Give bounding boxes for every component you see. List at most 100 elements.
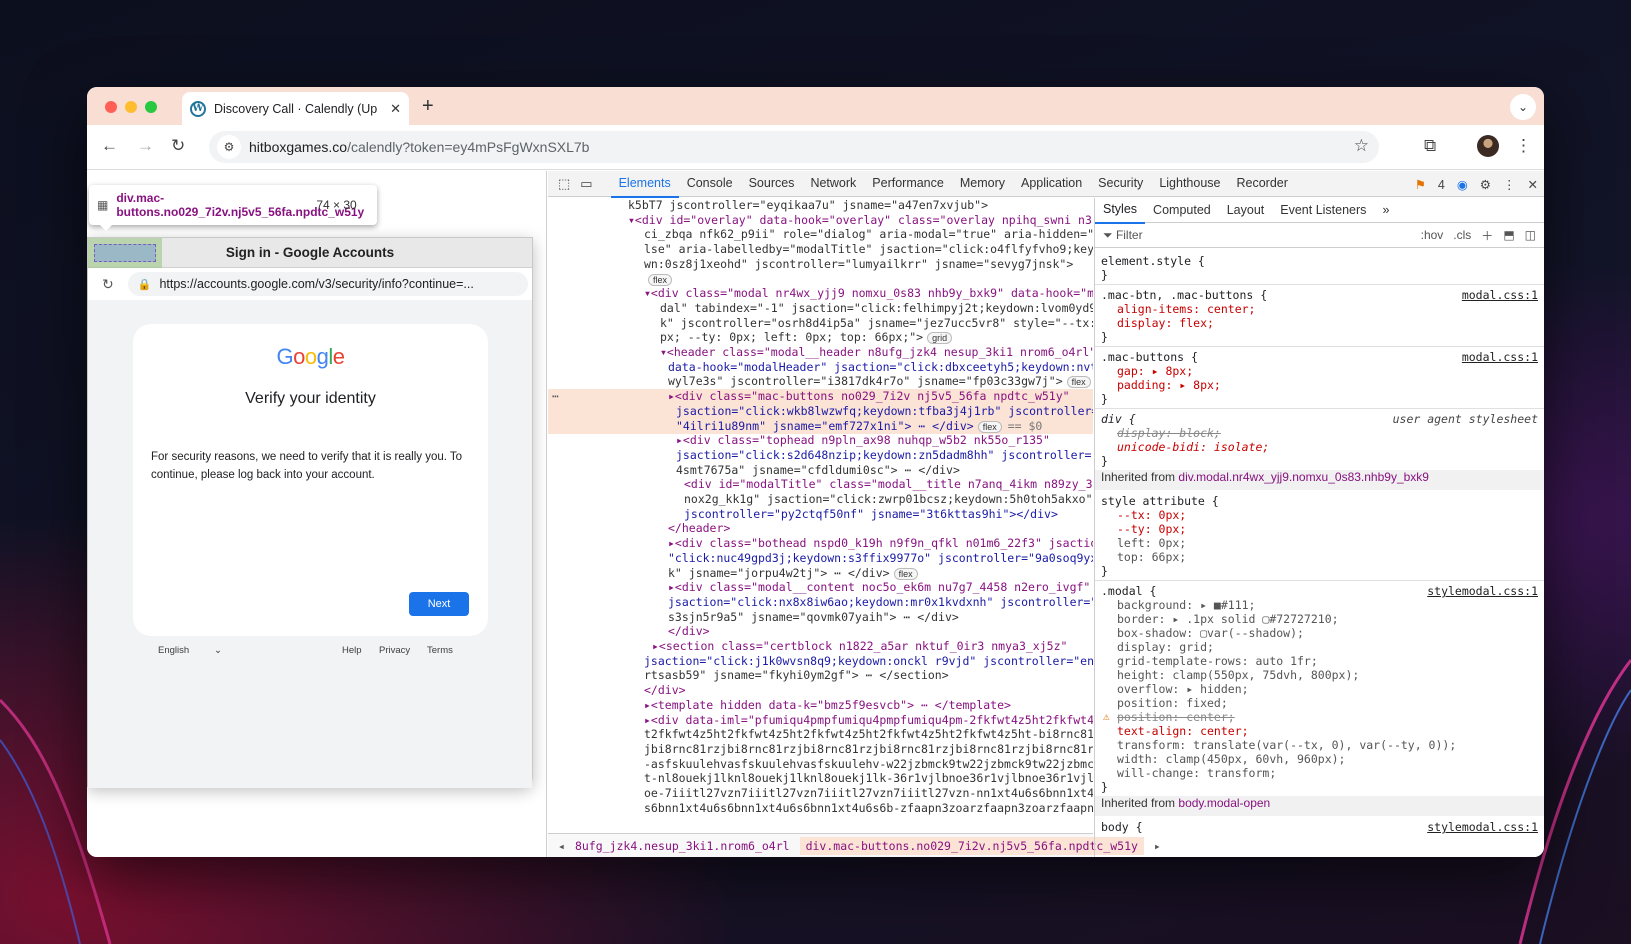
- toggle-sidebar-icon[interactable]: ◫: [1525, 228, 1536, 242]
- css-declaration-inactive[interactable]: grid-template-rows: auto 1fr;: [1095, 654, 1544, 668]
- back-button[interactable]: ←: [101, 136, 118, 156]
- css-declaration-inactive[interactable]: overflow: ▸ hidden;: [1095, 682, 1544, 696]
- layout-badge[interactable]: flex: [893, 567, 918, 580]
- breadcrumb-item[interactable]: 8ufg_jzk4.nesup_3ki1.nrom6_o4rl: [575, 839, 790, 853]
- dom-node-line[interactable]: -asfskuulehvasfskuulehvasfskuulehv-w22jz…: [548, 757, 1093, 772]
- css-declaration-inactive[interactable]: will-change: transform;: [1095, 766, 1544, 780]
- dom-node-line[interactable]: </div>: [548, 624, 1093, 639]
- hov-toggle[interactable]: :hov: [1421, 228, 1444, 242]
- dom-node-line[interactable]: wn:0sz8j1xeohd" jscontroller="lumyailkrr…: [548, 257, 1093, 272]
- minimize-window-button[interactable]: [125, 101, 137, 113]
- new-tab-button[interactable]: +: [422, 95, 434, 118]
- css-declaration[interactable]: padding: ▸ 8px;: [1095, 378, 1544, 392]
- tab-styles[interactable]: Styles: [1095, 198, 1146, 224]
- dom-node-line[interactable]: px; --ty: 0px; left: 0px; top: 66px;"> gr…: [548, 330, 1093, 345]
- dom-node-line[interactable]: "click:nuc49gpd3j;keydown:s3ffix9977o" j…: [548, 551, 1093, 566]
- browser-tab[interactable]: W Discovery Call · Calendly (Up ✕: [182, 92, 409, 125]
- tab-memory[interactable]: Memory: [952, 170, 1013, 198]
- node-actions-icon[interactable]: ⋯: [552, 389, 559, 403]
- css-declaration-inactive[interactable]: display: grid;: [1095, 640, 1544, 654]
- paint-icon[interactable]: ⬒: [1503, 228, 1514, 242]
- dom-node-line[interactable]: jsaction="click:s2d648nzip;keydown:zn5da…: [548, 448, 1093, 463]
- layout-badge[interactable]: flex: [648, 273, 673, 286]
- dom-node-line[interactable]: ▸<div class="tophead n9pln_ax98 nuhqp_w5…: [548, 433, 1093, 448]
- inspect-element-icon[interactable]: ⬚: [558, 176, 570, 192]
- dom-node-line[interactable]: ▾<header class="modal__header n8ufg_jzk4…: [548, 345, 1093, 360]
- dom-node-line[interactable]: rtsasb59" jsname="fkyhi0ym2gf"> ⋯ </sect…: [548, 668, 1093, 683]
- dom-node-line[interactable]: k5bT7 jscontroller="eyqikaa7u" jsname="a…: [548, 198, 1093, 213]
- dom-node-line[interactable]: s3sjn5r9a5" jsname="qovmk07yaih"> ⋯ </di…: [548, 610, 1093, 625]
- tab-sources[interactable]: Sources: [741, 170, 803, 198]
- dom-node-line[interactable]: dal" tabindex="-1" jsaction="click:felhi…: [548, 301, 1093, 316]
- bookmark-star-icon[interactable]: ☆: [1354, 136, 1369, 156]
- layout-badge[interactable]: flex: [1066, 376, 1091, 389]
- dom-node-line[interactable]: flex: [548, 272, 1093, 287]
- styles-filter[interactable]: ⏷ Filter :hov .cls ＋ ⬒ ◫: [1095, 223, 1544, 248]
- extensions-icon[interactable]: ⧉: [1424, 136, 1436, 156]
- dom-node-line[interactable]: ci_zbqa nfk62_p9ii" role="dialog" aria-m…: [548, 227, 1093, 242]
- popup-address[interactable]: 🔒 https://accounts.google.com/v3/securit…: [127, 272, 528, 296]
- css-declaration-inactive[interactable]: box-shadow: ▢var(--shadow);: [1095, 626, 1544, 640]
- tab-computed[interactable]: Computed: [1145, 198, 1219, 223]
- address-bar[interactable]: ⚙ hitboxgames.co/calendly?token=ey4mPsFg…: [209, 131, 1379, 163]
- tab-layout[interactable]: Layout: [1219, 198, 1273, 223]
- tab-network[interactable]: Network: [802, 170, 864, 198]
- css-declaration[interactable]: gap: ▸ 8px;: [1095, 364, 1544, 378]
- dom-node-line[interactable]: t2fkfwt4z5ht2fkfwt4z5ht2fkfwt4z5ht2fkfwt…: [548, 727, 1093, 742]
- dom-node-line[interactable]: ▾<div class="modal nr4wx_yjj9 nomxu_0s83…: [548, 286, 1093, 301]
- css-declaration[interactable]: text-align: center;: [1095, 724, 1544, 738]
- language-select[interactable]: English: [158, 645, 189, 656]
- dom-node-line[interactable]: lse" aria-labelledby="modalTitle" jsacti…: [548, 242, 1093, 257]
- browser-menu-icon[interactable]: ⋮: [1515, 136, 1532, 156]
- dom-node-line[interactable]: nox2g_kk1g" jsaction="click:zwrp01bcsz;k…: [548, 492, 1093, 507]
- chevron-down-icon[interactable]: ⌄: [214, 645, 222, 656]
- css-declaration[interactable]: --tx: 0px;: [1095, 508, 1544, 522]
- tab-search-button[interactable]: ⌄: [1510, 94, 1536, 120]
- layout-badge[interactable]: flex: [977, 420, 1002, 433]
- forward-button[interactable]: →: [137, 136, 154, 156]
- css-declaration-inactive[interactable]: top: 66px;: [1095, 550, 1544, 564]
- more-options-icon[interactable]: ⋮: [1503, 177, 1516, 192]
- dom-node-line[interactable]: ▸<section class="certblock n1822_a5ar nk…: [548, 639, 1093, 654]
- dom-node-line[interactable]: oe-7iiitl27vzn7iiitl27vzn7iiitl27vzn7iii…: [548, 786, 1093, 801]
- dom-node-line[interactable]: ▸<div class="mac-buttons no029_7i2v nj5v…: [548, 389, 1093, 405]
- dom-node-line[interactable]: jsaction="click:j1k0wvsn8q9;keydown:onck…: [548, 654, 1093, 669]
- dom-node-line[interactable]: jbi8rnc81rzjbi8rnc81rzjbi8rnc81rzjbi8rnc…: [548, 742, 1093, 757]
- dom-node-line[interactable]: s6bnn1xt4u6s6bnn1xt4u6s6bnn1xt4u6s6b-zfa…: [548, 801, 1093, 816]
- css-declaration-inactive[interactable]: border: ▸ .1px solid ▢#72727210;: [1095, 612, 1544, 626]
- dom-node-line[interactable]: data-hook="modalHeader" jsaction="click:…: [548, 360, 1093, 375]
- source-link[interactable]: stylemodal.css:1: [1427, 584, 1538, 598]
- source-link[interactable]: modal.css:1: [1462, 350, 1538, 364]
- tab-event-listeners[interactable]: Event Listeners: [1272, 198, 1374, 223]
- source-link[interactable]: modal.css:1: [1462, 288, 1538, 302]
- close-window-button[interactable]: [105, 101, 117, 113]
- next-button[interactable]: Next: [409, 592, 469, 616]
- dom-node-line[interactable]: k" jscontroller="osrh8d4ip5a" jsname="je…: [548, 316, 1093, 331]
- dom-node-line[interactable]: jsaction="click:wkb8lwzwfq;keydown:tfba3…: [548, 403, 1093, 419]
- css-declaration[interactable]: display: flex;: [1095, 316, 1544, 330]
- dom-node-line[interactable]: ▸<div class="bothead nspd0_k19h n9f9n_qf…: [548, 536, 1093, 551]
- device-toolbar-icon[interactable]: ▭: [580, 176, 592, 192]
- tab-lighthouse[interactable]: Lighthouse: [1151, 170, 1228, 198]
- source-link[interactable]: stylemodal.css:1: [1427, 820, 1538, 834]
- close-devtools-icon[interactable]: ✕: [1528, 177, 1538, 192]
- css-declaration[interactable]: align-items: center;: [1095, 302, 1544, 316]
- layout-badge[interactable]: grid: [927, 332, 953, 345]
- popup-reload-icon[interactable]: ↻: [102, 276, 114, 293]
- new-rule-icon[interactable]: ＋: [1481, 227, 1493, 244]
- css-declaration[interactable]: --ty: 0px;: [1095, 522, 1544, 536]
- dom-node-line[interactable]: ▸<div class="modal__content noc5o_ek6m n…: [548, 580, 1093, 595]
- profile-avatar[interactable]: [1477, 135, 1499, 157]
- tab-recorder[interactable]: Recorder: [1228, 170, 1295, 198]
- tab-application[interactable]: Application: [1013, 170, 1090, 198]
- dom-node-line[interactable]: <div id="modalTitle" class="modal__title…: [548, 477, 1093, 492]
- dom-node-line[interactable]: </div>: [548, 683, 1093, 698]
- css-declaration-inactive[interactable]: position: fixed;: [1095, 696, 1544, 710]
- css-declaration-invalid[interactable]: position: center;: [1095, 710, 1544, 724]
- css-declaration-inactive[interactable]: left: 0px;: [1095, 536, 1544, 550]
- css-declaration-inactive[interactable]: background: ▸ ■#111;: [1095, 598, 1544, 612]
- zoom-window-button[interactable]: [145, 101, 157, 113]
- close-tab-icon[interactable]: ✕: [390, 101, 401, 117]
- more-tabs-icon[interactable]: »: [1374, 198, 1397, 223]
- dom-node-line[interactable]: t-nl8ouekj1lknl8ouekj1lknl8ouekj1lk-36r1…: [548, 771, 1093, 786]
